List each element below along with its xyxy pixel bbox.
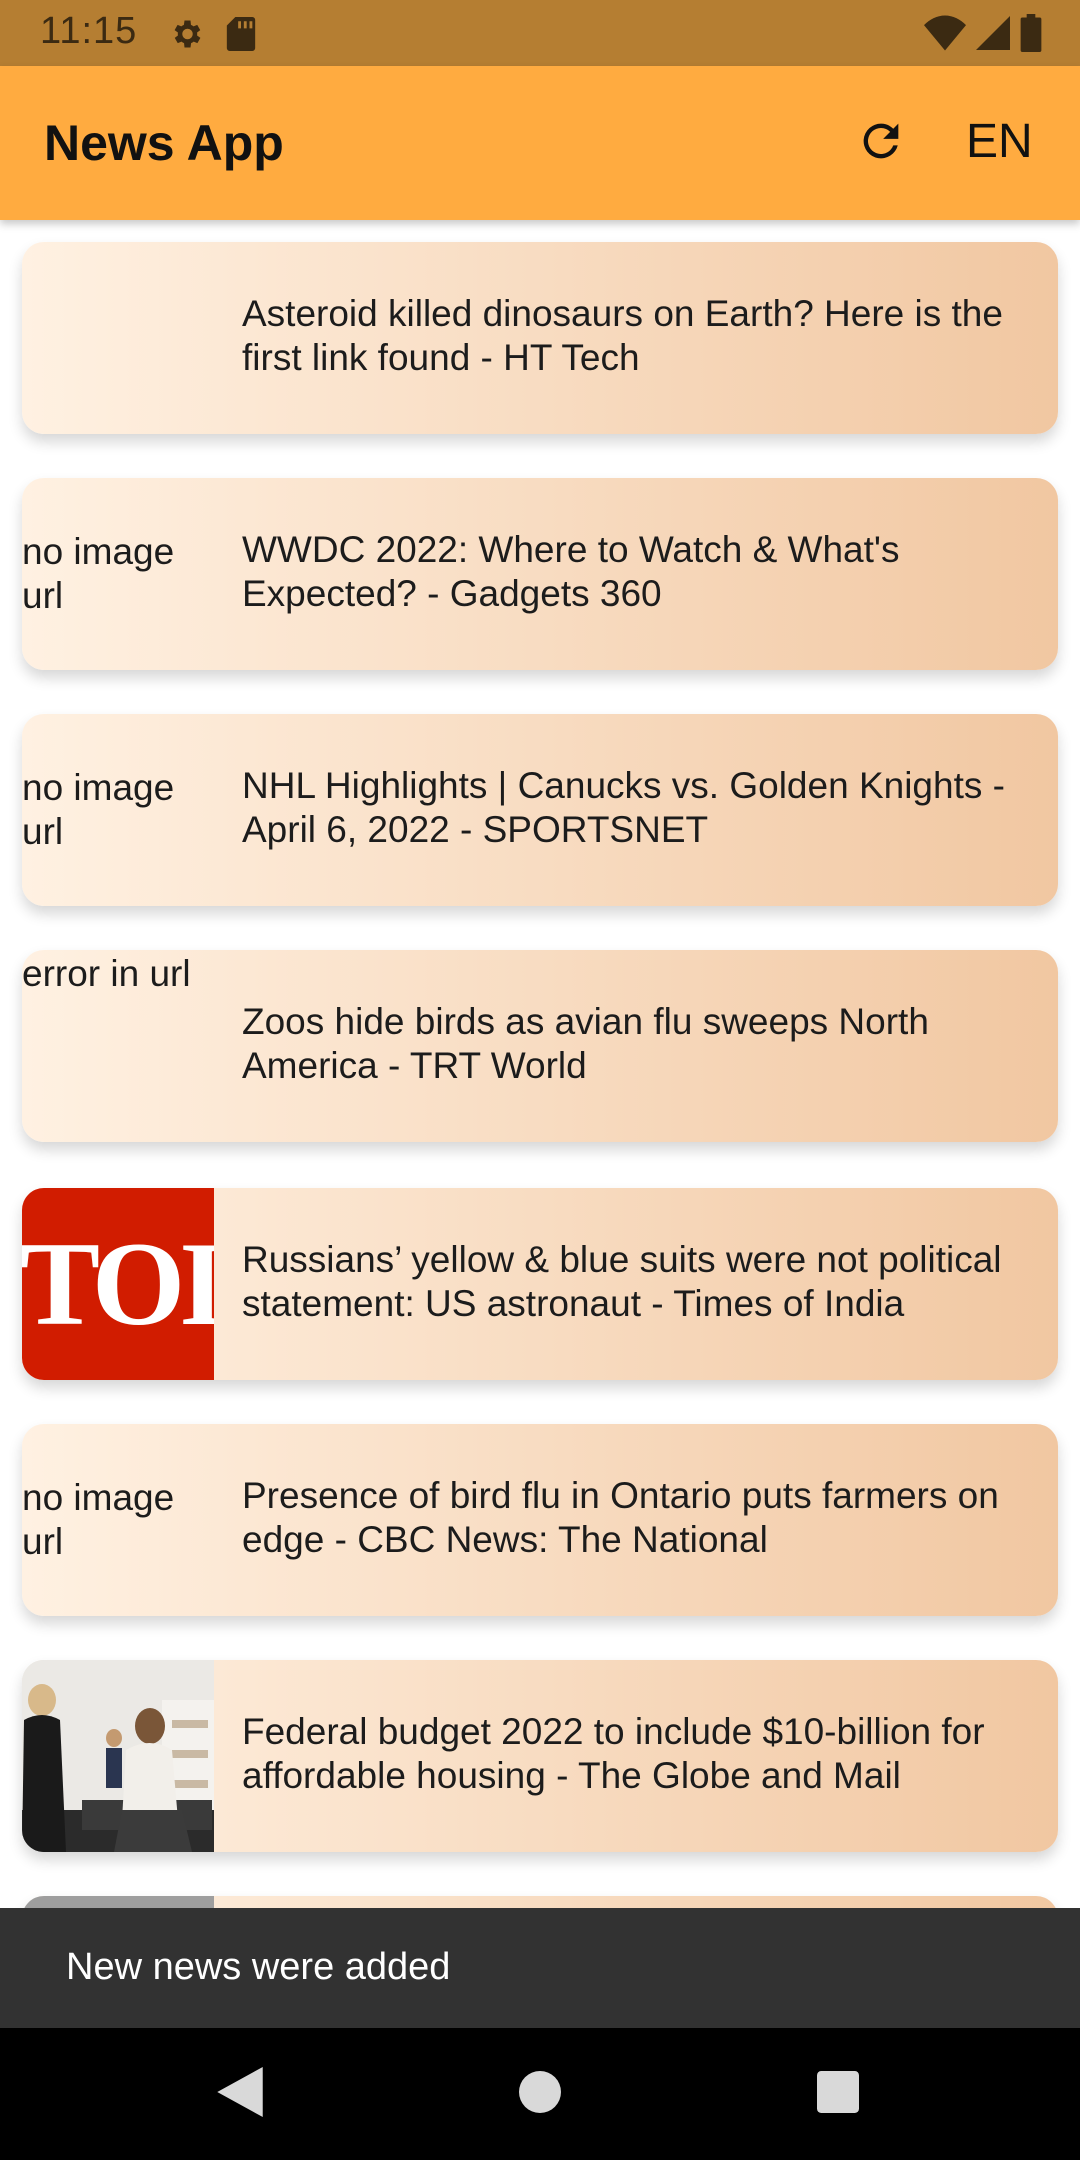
news-card[interactable]: TOI Russians’ yellow & blue suits were n… — [22, 1188, 1058, 1380]
news-card[interactable]: Asteroid killed dinosaurs on Earth? Here… — [22, 242, 1058, 434]
snackbar: New news were added — [0, 1908, 1080, 2028]
recents-icon — [817, 2070, 859, 2118]
news-thumbnail: error in url — [22, 950, 214, 1142]
news-card[interactable] — [22, 1896, 1058, 1908]
news-title: Presence of bird flu in Ontario puts far… — [242, 1475, 999, 1560]
news-title: WWDC 2022: Where to Watch & What's Expec… — [242, 529, 900, 614]
status-bar: 11:15 — [0, 0, 1080, 66]
refresh-button[interactable] — [848, 110, 914, 176]
news-thumbnail: no image url — [22, 478, 214, 670]
home-button[interactable] — [510, 2064, 570, 2124]
app-bar: News App EN — [0, 66, 1080, 220]
news-title: Zoos hide birds as avian flu sweeps Nort… — [242, 1001, 929, 1086]
times-of-india-logo: TOI — [22, 1188, 214, 1380]
news-photo — [22, 1660, 214, 1852]
news-card[interactable]: no image url NHL Highlights | Canucks vs… — [22, 714, 1058, 906]
status-right-icons — [924, 14, 1042, 57]
back-button[interactable] — [210, 2064, 270, 2124]
news-title: Russians’ yellow & blue suits were not p… — [242, 1239, 1002, 1324]
news-card[interactable]: no image url Presence of bird flu in Ont… — [22, 1424, 1058, 1616]
thumbnail-placeholder-text: no image url — [22, 1477, 175, 1562]
news-title: Asteroid killed dinosaurs on Earth? Here… — [242, 293, 1003, 378]
news-thumbnail: no image url — [22, 714, 214, 906]
battery-icon — [1020, 14, 1042, 57]
status-time: 11:15 — [40, 10, 138, 52]
status-left-icons — [168, 16, 256, 57]
news-card[interactable]: Federal budget 2022 to include $10-billi… — [22, 1660, 1058, 1852]
refresh-icon — [855, 115, 907, 172]
thumbnail-placeholder-text: no image url — [22, 531, 175, 616]
news-card[interactable]: error in url Zoos hide birds as avian fl… — [22, 950, 1058, 1142]
system-nav-bar — [0, 2028, 1080, 2160]
news-thumbnail: no image url — [22, 1424, 214, 1616]
app-title: News App — [44, 115, 284, 171]
news-thumbnail-empty — [22, 242, 214, 434]
news-photo — [22, 1896, 214, 1908]
recents-button[interactable] — [808, 2064, 868, 2124]
news-title: Federal budget 2022 to include $10-billi… — [242, 1711, 985, 1796]
sd-card-icon — [226, 17, 256, 56]
news-list[interactable]: Asteroid killed dinosaurs on Earth? Here… — [0, 220, 1080, 1908]
signal-icon — [976, 15, 1010, 56]
news-card[interactable]: no image url WWDC 2022: Where to Watch &… — [22, 478, 1058, 670]
wifi-icon — [924, 15, 966, 56]
back-icon — [217, 2066, 263, 2122]
language-button[interactable]: EN — [966, 114, 1033, 169]
snackbar-message: New news were added — [66, 1946, 451, 1988]
thumbnail-placeholder-text: no image url — [22, 767, 175, 852]
thumbnail-error-text: error in url — [22, 953, 191, 994]
gear-icon — [168, 16, 204, 57]
news-title: NHL Highlights | Canucks vs. Golden Knig… — [242, 765, 1005, 850]
home-icon — [519, 2070, 561, 2118]
